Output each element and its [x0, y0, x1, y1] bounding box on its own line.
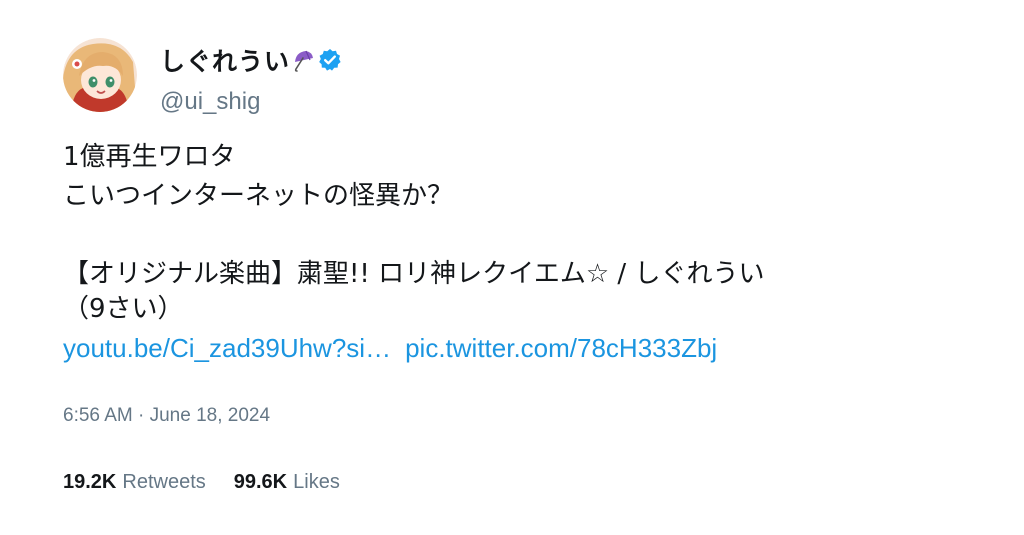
tweet-stats: 19.2K Retweets 99.6K Likes [63, 471, 368, 494]
likes-count: 99.6K [233, 471, 288, 493]
retweets-label: Retweets [122, 471, 206, 493]
tweet-text: 1億再生ワロタ こいつインターネットの怪異か？ 【オリジナル楽曲】粛聖!! ロリ… [63, 138, 963, 368]
retweets-count: 19.2K [63, 471, 117, 493]
display-name: しぐれうい [160, 47, 291, 76]
verified-badge-icon [318, 48, 342, 72]
retweets-stat[interactable]: 19.2K Retweets [63, 471, 206, 494]
tweet-header: しぐれうい @ui_shig [63, 38, 342, 116]
likes-stat[interactable]: 99.6K Likes [234, 471, 340, 494]
user-handle[interactable]: @ui_shig [160, 88, 342, 116]
tweet-timestamp[interactable]: 6:56 AM · June 18, 2024 [63, 405, 270, 427]
tweet-card: しぐれうい @ui_shig 1億再生ワロタ こいつインターネットの怪異か？ 【… [0, 0, 1024, 535]
youtube-link[interactable]: youtu.be/Ci_zad39Uhw?si… [63, 333, 391, 363]
user-names: しぐれうい @ui_shig [160, 44, 342, 116]
umbrella-icon [292, 48, 314, 72]
pic-link[interactable]: pic.twitter.com/78cH333Zbj [405, 333, 717, 363]
tweet-links: youtu.be/Ci_zad39Uhw?si… pic.twitter.com/… [63, 329, 963, 368]
likes-label: Likes [293, 471, 340, 493]
tweet-line-2: こいつインターネットの怪異か？ [63, 181, 454, 211]
tweet-line-1: 1億再生ワロタ [63, 142, 236, 172]
avatar[interactable] [63, 38, 137, 112]
avatar-image [63, 38, 137, 112]
song-title-line-1: 【オリジナル楽曲】粛聖!! ロリ神レクイエム☆ / しぐれうい [63, 259, 765, 289]
display-name-row[interactable]: しぐれうい [160, 44, 342, 76]
song-title-line-2: （9さい） [63, 294, 184, 324]
